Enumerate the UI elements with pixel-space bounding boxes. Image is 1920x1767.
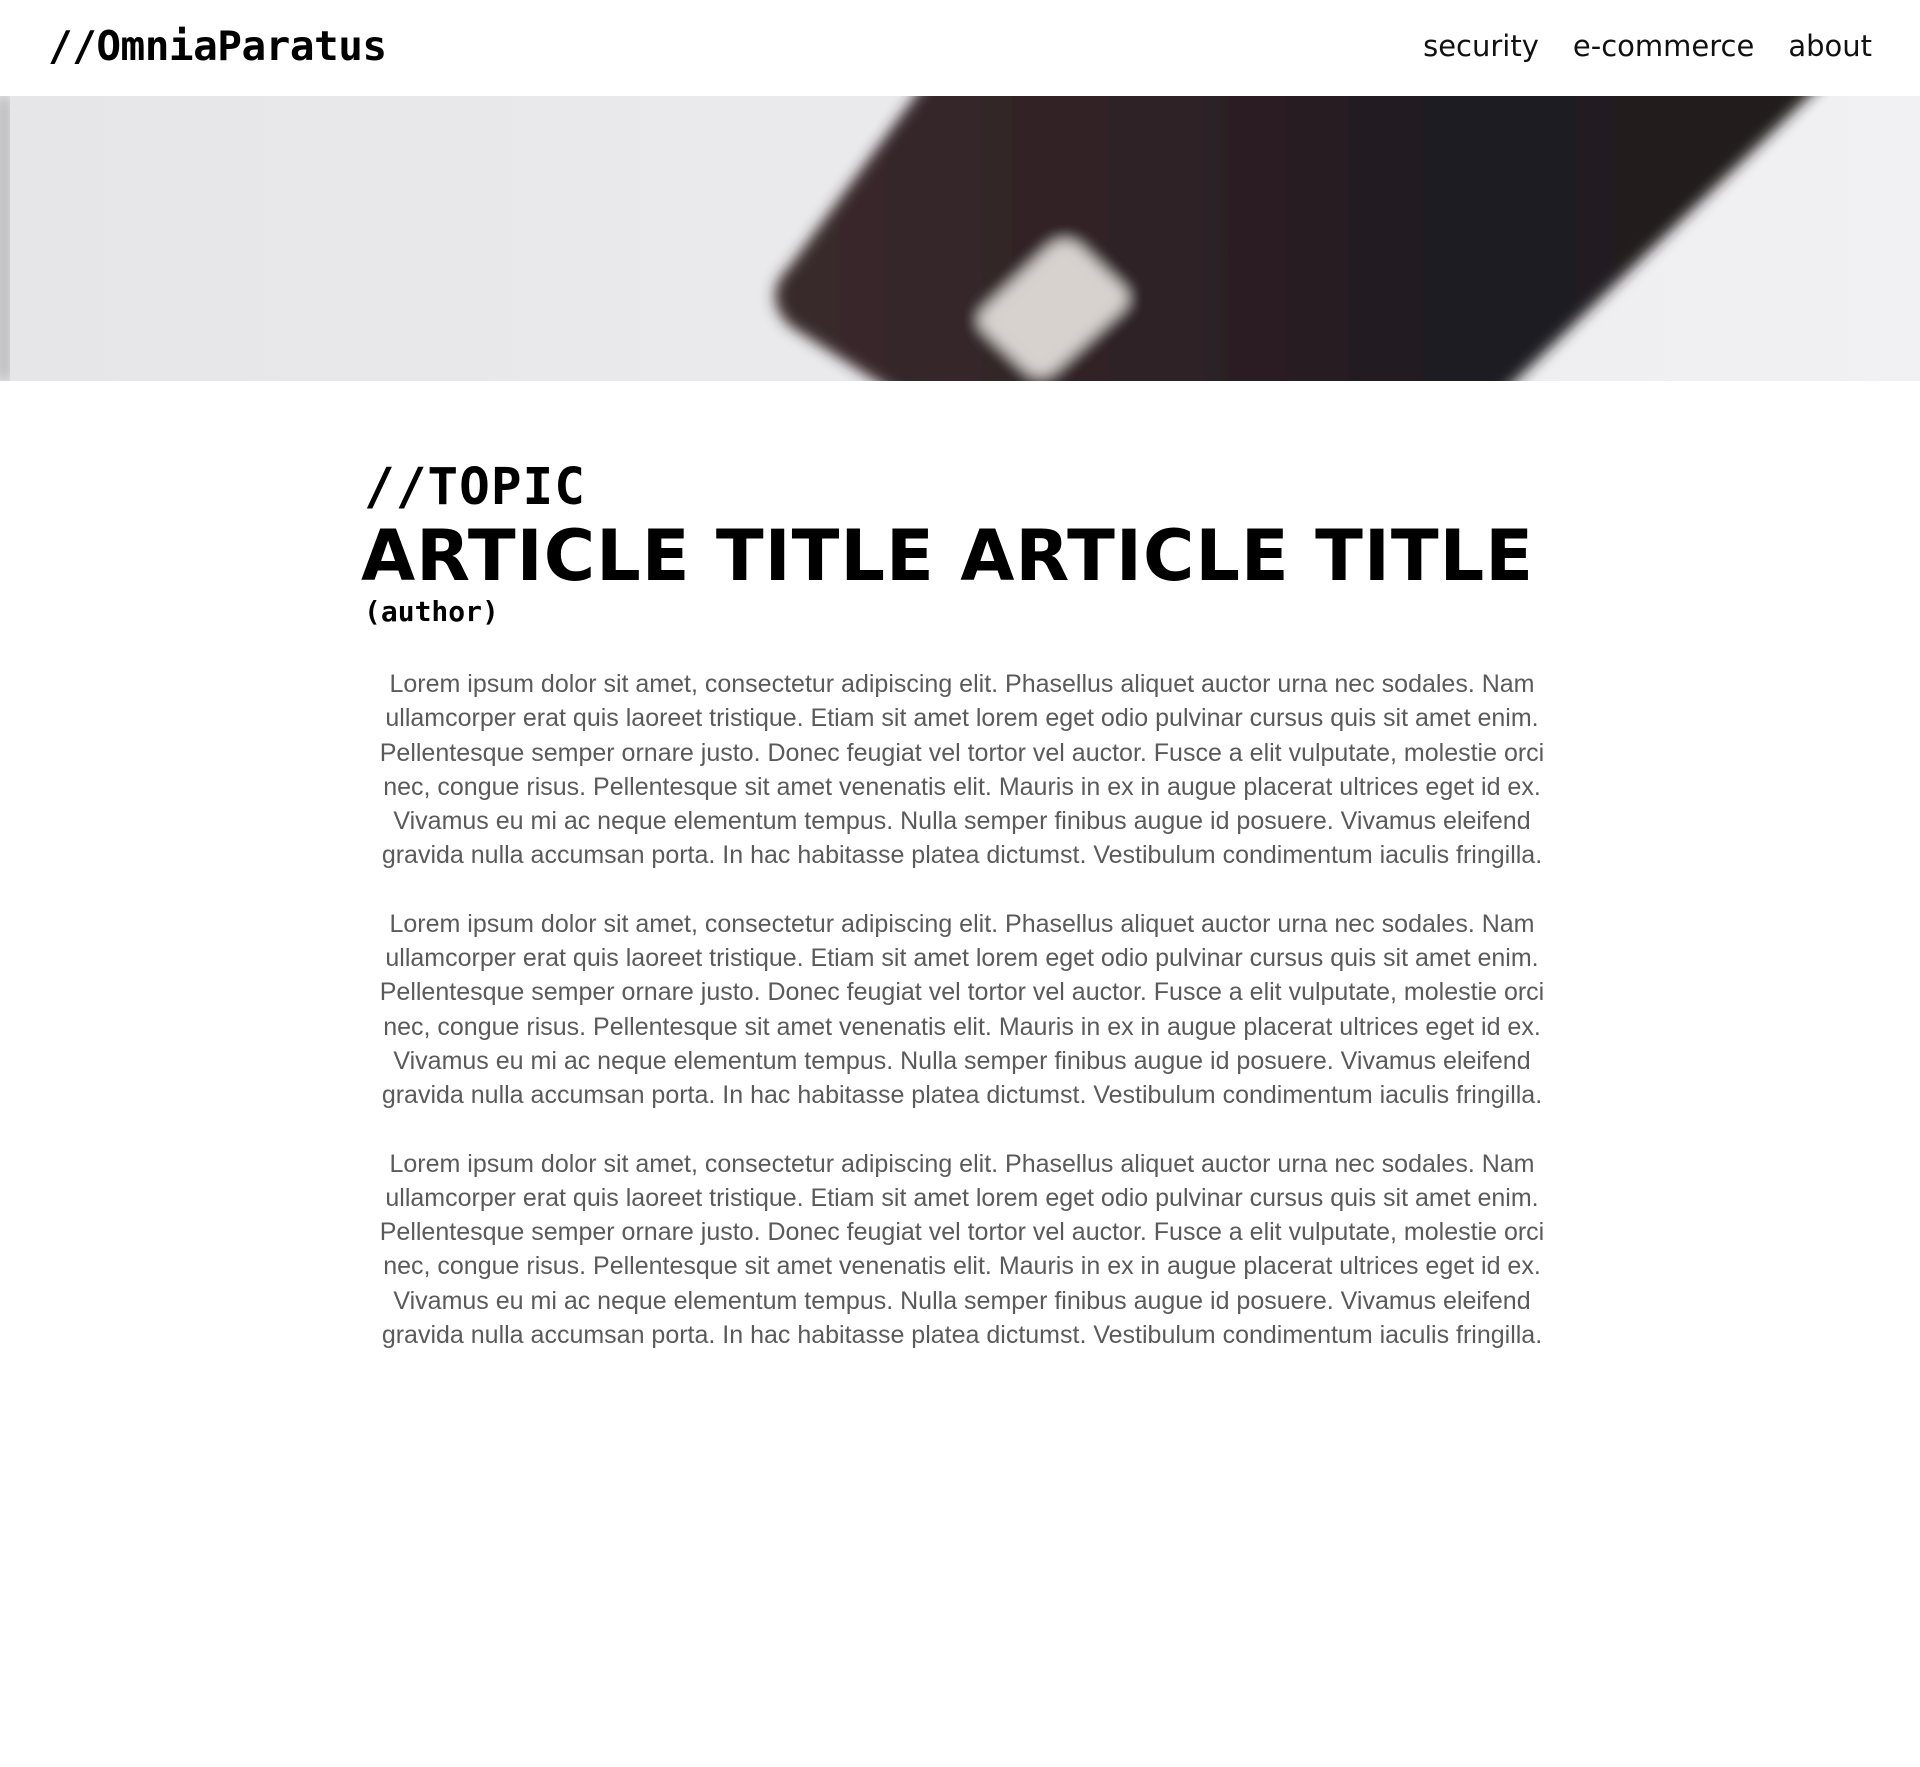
nav-link-e-commerce[interactable]: e-commerce: [1573, 25, 1754, 67]
hero-banner-image: [0, 96, 1920, 381]
article-body: Lorem ipsum dolor sit amet, consectetur …: [364, 667, 1560, 1352]
article-paragraph: Lorem ipsum dolor sit amet, consectetur …: [379, 909, 1545, 1110]
credit-card-image: [0, 96, 1920, 381]
top-navigation-bar: //OmniaParatus security e-commerce about: [0, 0, 1920, 96]
main-nav: security e-commerce about: [1423, 25, 1872, 67]
article-topic[interactable]: //TOPIC: [364, 458, 1560, 518]
article-author[interactable]: (author): [364, 594, 1560, 630]
article-paragraph: Lorem ipsum dolor sit amet, consectetur …: [379, 1149, 1545, 1350]
site-logo[interactable]: //OmniaParatus: [48, 20, 387, 72]
article-title: ARTICLE TITLE ARTICLE TITLE: [361, 515, 1535, 597]
article-paragraph: Lorem ipsum dolor sit amet, consectetur …: [379, 670, 1545, 870]
nav-link-security[interactable]: security: [1423, 25, 1539, 67]
nav-link-about[interactable]: about: [1788, 25, 1872, 67]
article: //TOPIC ARTICLE TITLE ARTICLE TITLE (aut…: [361, 458, 1560, 1386]
